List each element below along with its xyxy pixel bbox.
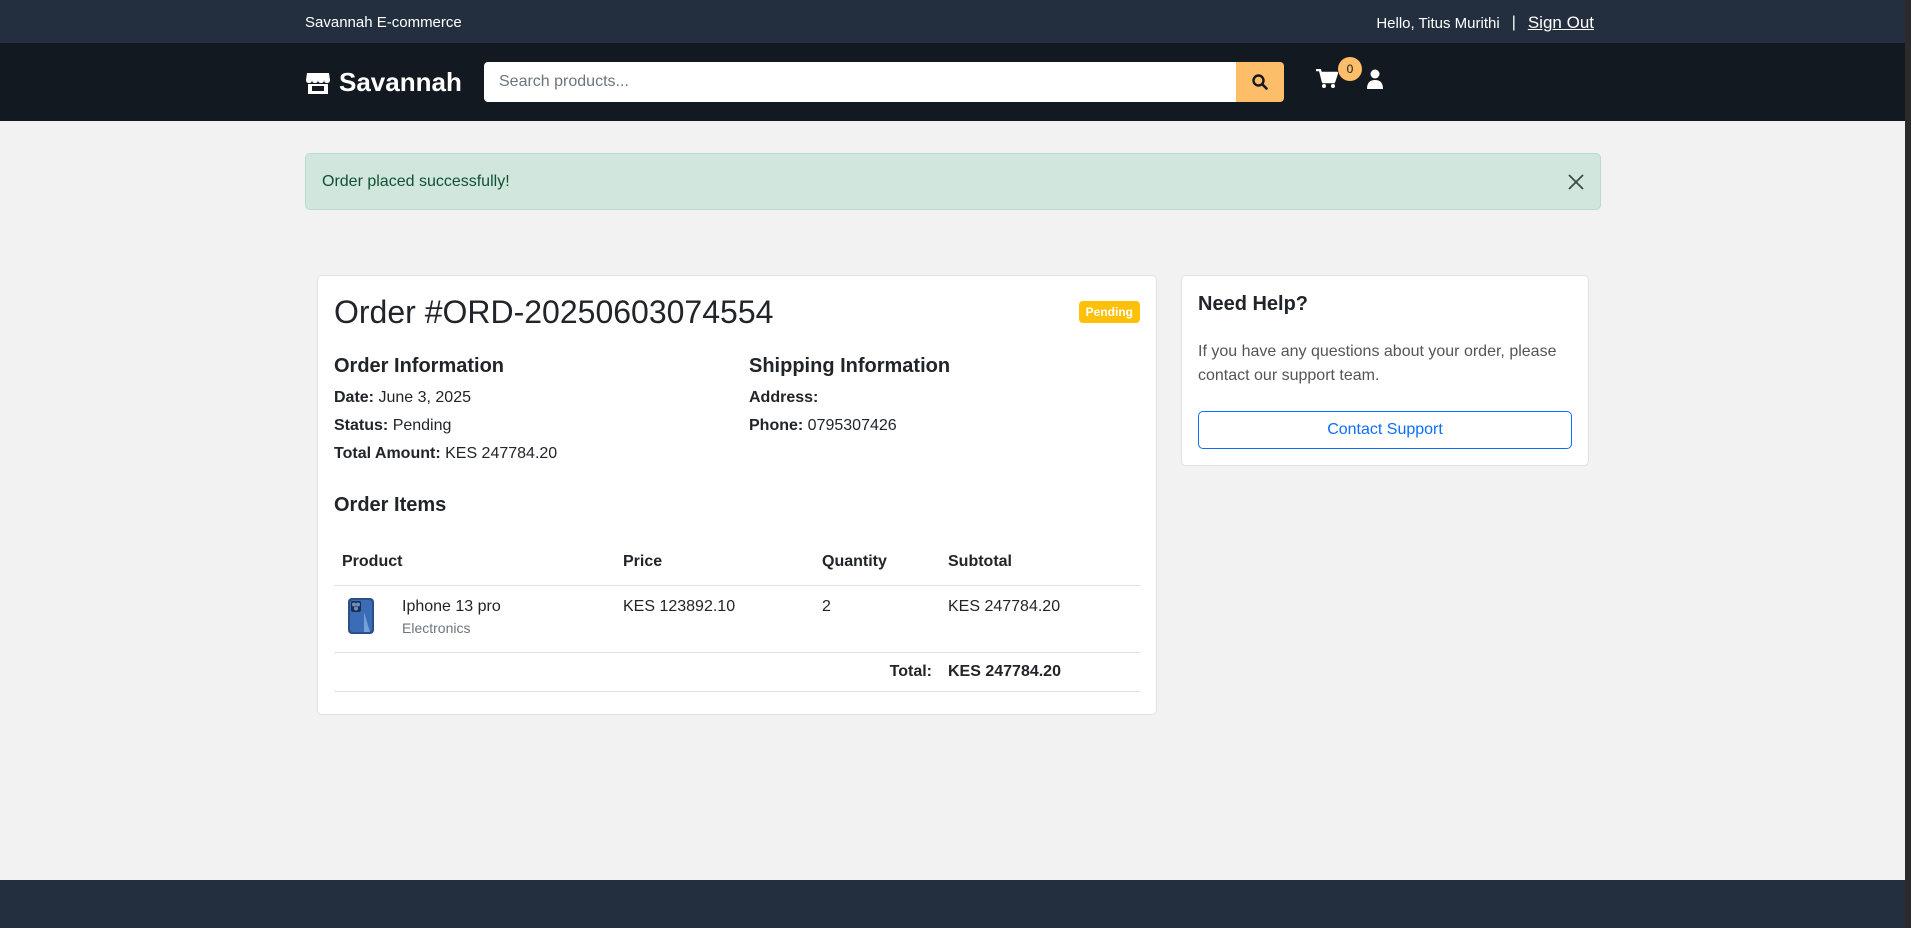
shipping-info-heading: Shipping Information	[749, 355, 951, 377]
order-details-card: Order #ORD-20250603074554 Pending Order …	[317, 275, 1157, 715]
search-form	[484, 62, 1284, 102]
date-value: June 3, 2025	[378, 389, 471, 406]
column-header-product: Product	[334, 540, 615, 586]
cart-button[interactable]: 0	[1316, 57, 1362, 93]
logo-text: Savannah	[339, 67, 462, 97]
status-label: Status:	[334, 417, 389, 434]
status-badge: Pending	[1078, 301, 1140, 323]
user-greeting-area: Hello, Titus Murithi | Sign Out	[1376, 13, 1594, 33]
table-row: Iphone 13 pro Electronics KES 123892.10 …	[334, 585, 1140, 653]
store-icon	[306, 72, 330, 94]
search-input[interactable]	[484, 62, 1236, 102]
total-value: KES 247784.20	[940, 652, 1140, 692]
date-label: Date:	[334, 389, 375, 406]
column-header-subtotal: Subtotal	[940, 540, 1140, 586]
order-date: Date: June 3, 2025	[334, 389, 471, 407]
success-alert: Order placed successfully!	[305, 153, 1601, 210]
order-status: Status: Pending	[334, 417, 451, 435]
order-items-table: Product Price Quantity Subtotal Iphone 1…	[334, 540, 1140, 692]
phone-label: Phone:	[749, 417, 804, 434]
cart-icon	[1316, 68, 1339, 88]
separator: |	[1511, 14, 1516, 31]
column-header-quantity: Quantity	[814, 540, 940, 586]
user-greeting: Hello, Titus Murithi	[1376, 14, 1500, 32]
cart-count-badge: 0	[1338, 57, 1362, 81]
status-value: Pending	[392, 417, 452, 434]
product-cell: Iphone 13 pro Electronics	[334, 585, 615, 653]
contact-support-button[interactable]: Contact Support	[1198, 411, 1572, 449]
phone-value: 0795307426	[807, 417, 897, 434]
help-title: Need Help?	[1198, 293, 1309, 315]
shipping-address: Address:	[749, 389, 818, 407]
order-items-heading: Order Items	[334, 494, 447, 516]
help-text: If you have any questions about your ord…	[1198, 343, 1557, 384]
subtotal-cell: KES 247784.20	[940, 585, 1140, 653]
total-amount-value: KES 247784.20	[445, 445, 558, 462]
close-icon[interactable]	[1566, 172, 1586, 192]
order-total-amount: Total Amount: KES 247784.20	[334, 445, 557, 463]
column-header-price: Price	[615, 540, 814, 586]
table-header-row: Product Price Quantity Subtotal	[334, 540, 1140, 586]
account-button[interactable]	[1366, 69, 1386, 93]
product-thumbnail	[348, 597, 374, 634]
search-icon	[1252, 74, 1268, 90]
search-button[interactable]	[1236, 62, 1284, 102]
top-bar: Savannah E-commerce Hello, Titus Murithi…	[0, 0, 1905, 43]
product-category: Electronics	[402, 619, 471, 636]
logo-link[interactable]: Savannah	[305, 67, 462, 98]
user-icon	[1367, 69, 1383, 89]
quantity-cell: 2	[814, 585, 940, 653]
total-row: Total: KES 247784.20	[334, 652, 1140, 692]
price-cell: KES 123892.10	[615, 585, 814, 653]
total-label: Total:	[334, 652, 940, 692]
order-info-heading: Order Information	[334, 355, 505, 377]
main-navbar: Savannah 0	[0, 43, 1905, 121]
sign-out-link[interactable]: Sign Out	[1528, 13, 1594, 33]
product-name[interactable]: Iphone 13 pro	[402, 598, 501, 616]
address-label: Address:	[749, 389, 819, 406]
site-brand-text: Savannah E-commerce	[305, 14, 462, 31]
help-card: Need Help? If you have any questions abo…	[1181, 275, 1589, 466]
total-amount-label: Total Amount:	[334, 445, 441, 462]
shipping-phone: Phone: 0795307426	[749, 417, 897, 435]
order-title: Order #ORD-20250603074554	[334, 294, 774, 330]
scrollbar[interactable]	[1905, 0, 1911, 928]
footer	[0, 880, 1905, 928]
alert-message: Order placed successfully!	[322, 173, 510, 190]
